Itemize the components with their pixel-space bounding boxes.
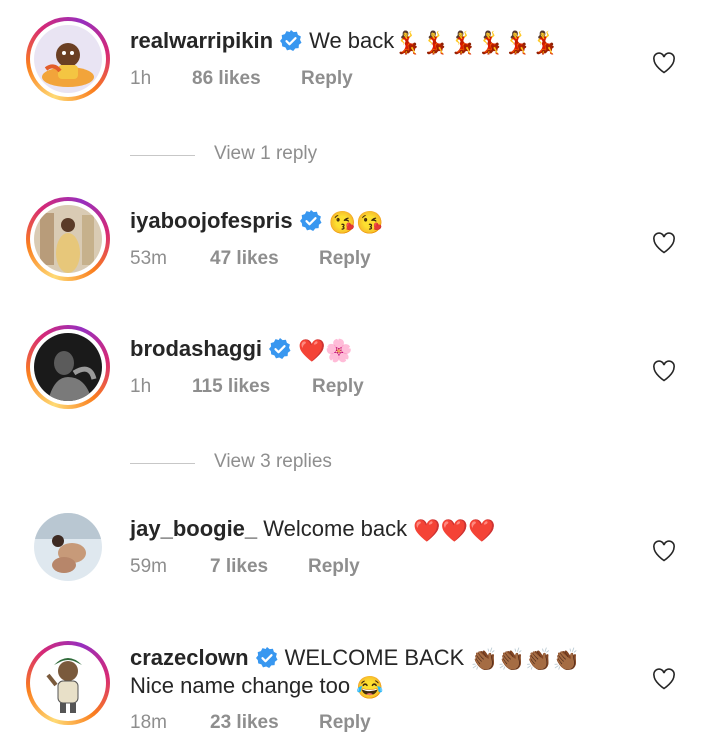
comment-line: brodashaggi ❤️🌸 (130, 334, 353, 366)
view-replies-button[interactable]: View 3 replies (130, 449, 530, 479)
comment-emoji: 👏🏾👏🏾👏🏾👏🏾 (470, 647, 581, 672)
timestamp: 59m (130, 556, 167, 577)
comment-text: We back (309, 28, 395, 53)
cartoon-avatar-icon (34, 649, 102, 717)
verified-badge-icon (255, 647, 278, 668)
timestamp: 1h (130, 376, 152, 397)
verified-badge-icon (299, 210, 322, 231)
story-ring[interactable] (26, 17, 110, 101)
comment-emoji-2: 😂 (356, 675, 384, 700)
comment-line: realwarripikin We back💃💃💃💃💃💃 (130, 26, 559, 58)
timestamp: 1h (130, 68, 152, 89)
story-ring[interactable] (26, 641, 110, 725)
comment-emoji: 💃💃💃💃💃💃 (394, 30, 559, 55)
likes-count[interactable]: 115 likes (192, 376, 270, 398)
username[interactable]: jay_boogie_ (130, 516, 257, 541)
avatar[interactable] (34, 333, 102, 401)
avatar-frame[interactable] (26, 505, 110, 589)
view-replies-label[interactable]: View 3 replies (214, 451, 332, 473)
comment-line: jay_boogie_ Welcome back ❤️❤️❤️ (130, 514, 495, 546)
avatar[interactable] (34, 513, 102, 581)
cartoon-avatar-icon (34, 25, 102, 93)
comment-emoji: 😘😘 (328, 210, 384, 235)
comment-line-2: Nice name change too 😂 (130, 671, 384, 703)
username[interactable]: realwarripikin (130, 28, 273, 53)
comment-text-2: Nice name change too (130, 673, 351, 698)
divider (130, 463, 195, 464)
comment-line: iyaboojofespris 😘😘 (130, 206, 383, 238)
comment-text: Welcome back (263, 516, 408, 541)
username[interactable]: brodashaggi (130, 336, 262, 361)
photo-avatar-icon (34, 205, 102, 273)
avatar[interactable] (34, 25, 102, 93)
likes-count[interactable]: 7 likes (210, 556, 268, 578)
view-replies-button[interactable]: View 1 reply (130, 141, 530, 171)
heart-icon[interactable] (652, 360, 676, 382)
reply-button[interactable]: Reply (301, 68, 353, 90)
reply-button[interactable]: Reply (312, 376, 364, 398)
comment-emoji: ❤️🌸 (298, 338, 353, 363)
timestamp: 53m (130, 248, 167, 269)
heart-icon[interactable] (652, 52, 676, 74)
username[interactable]: iyaboojofespris (130, 208, 293, 233)
verified-badge-icon (280, 30, 302, 51)
comment-emoji: ❤️❤️❤️ (413, 518, 496, 543)
heart-icon[interactable] (652, 668, 676, 690)
heart-icon[interactable] (652, 232, 676, 254)
reply-button[interactable]: Reply (319, 712, 371, 734)
reply-button[interactable]: Reply (308, 556, 360, 578)
avatar[interactable] (34, 649, 102, 717)
verified-badge-icon (269, 338, 291, 359)
avatar[interactable] (34, 205, 102, 273)
heart-icon[interactable] (652, 540, 676, 562)
divider (130, 155, 195, 156)
timestamp: 18m (130, 712, 167, 733)
reply-button[interactable]: Reply (319, 248, 371, 270)
photo-avatar-icon (34, 513, 102, 581)
username[interactable]: crazeclown (130, 645, 249, 670)
likes-count[interactable]: 23 likes (210, 712, 279, 734)
likes-count[interactable]: 86 likes (192, 68, 261, 90)
photo-avatar-icon (34, 333, 102, 401)
story-ring[interactable] (26, 197, 110, 281)
view-replies-label[interactable]: View 1 reply (214, 143, 317, 165)
story-ring[interactable] (26, 325, 110, 409)
likes-count[interactable]: 47 likes (210, 248, 279, 270)
comment-text: WELCOME BACK (284, 645, 465, 670)
